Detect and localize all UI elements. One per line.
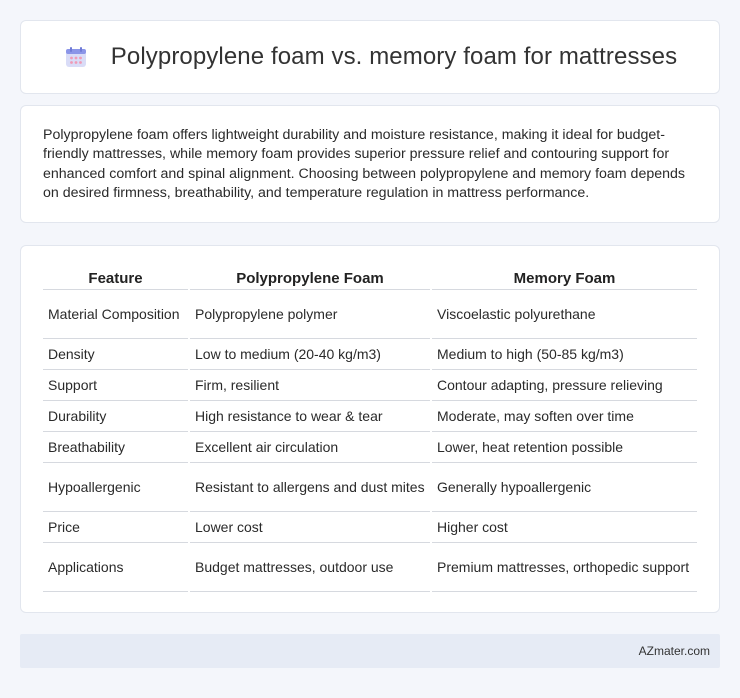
table-row: Hypoallergenic Resistant to allergens an… (43, 463, 697, 512)
row-feature: Price (43, 512, 188, 543)
calendar-icon (63, 45, 89, 69)
row-polypropylene: High resistance to wear & tear (190, 401, 430, 432)
row-polypropylene: Firm, resilient (190, 370, 430, 401)
title-card: Polypropylene foam vs. memory foam for m… (20, 20, 720, 94)
page: Polypropylene foam vs. memory foam for m… (0, 0, 740, 698)
table-row: Breathability Excellent air circulation … (43, 432, 697, 463)
row-feature: Hypoallergenic (43, 463, 188, 512)
row-polypropylene: Excellent air circulation (190, 432, 430, 463)
page-title: Polypropylene foam vs. memory foam for m… (110, 43, 678, 70)
table-row: Density Low to medium (20-40 kg/m3) Medi… (43, 339, 697, 370)
row-polypropylene: Resistant to allergens and dust mites (190, 463, 430, 512)
table-row: Material Composition Polypropylene polym… (43, 290, 697, 339)
row-memory-foam: Higher cost (432, 512, 697, 543)
row-feature: Applications (43, 543, 188, 592)
row-memory-foam: Generally hypoallergenic (432, 463, 697, 512)
intro-card: Polypropylene foam offers lightweight du… (20, 105, 720, 223)
table-row: Price Lower cost Higher cost (43, 512, 697, 543)
row-feature: Breathability (43, 432, 188, 463)
comparison-card: Feature Polypropylene Foam Memory Foam M… (20, 245, 720, 613)
row-memory-foam: Viscoelastic polyurethane (432, 290, 697, 339)
comparison-table: Feature Polypropylene Foam Memory Foam M… (41, 265, 699, 592)
row-memory-foam: Premium mattresses, orthopedic support (432, 543, 697, 592)
row-memory-foam: Moderate, may soften over time (432, 401, 697, 432)
table-row: Support Firm, resilient Contour adapting… (43, 370, 697, 401)
row-feature: Durability (43, 401, 188, 432)
header-polypropylene: Polypropylene Foam (190, 265, 430, 290)
row-feature: Support (43, 370, 188, 401)
row-polypropylene: Low to medium (20-40 kg/m3) (190, 339, 430, 370)
row-memory-foam: Lower, heat retention possible (432, 432, 697, 463)
table-row: Applications Budget mattresses, outdoor … (43, 543, 697, 592)
footer-brand-link[interactable]: AZmater.com (639, 644, 710, 658)
row-feature: Density (43, 339, 188, 370)
row-memory-foam: Contour adapting, pressure relieving (432, 370, 697, 401)
row-memory-foam: Medium to high (50-85 kg/m3) (432, 339, 697, 370)
footer-bar: AZmater.com (20, 634, 720, 668)
row-polypropylene: Lower cost (190, 512, 430, 543)
row-polypropylene: Polypropylene polymer (190, 290, 430, 339)
header-memory-foam: Memory Foam (432, 265, 697, 290)
row-polypropylene: Budget mattresses, outdoor use (190, 543, 430, 592)
row-feature: Material Composition (43, 290, 188, 339)
table-header-row: Feature Polypropylene Foam Memory Foam (43, 265, 697, 290)
table-row: Durability High resistance to wear & tea… (43, 401, 697, 432)
header-feature: Feature (43, 265, 188, 290)
intro-paragraph: Polypropylene foam offers lightweight du… (43, 127, 685, 202)
